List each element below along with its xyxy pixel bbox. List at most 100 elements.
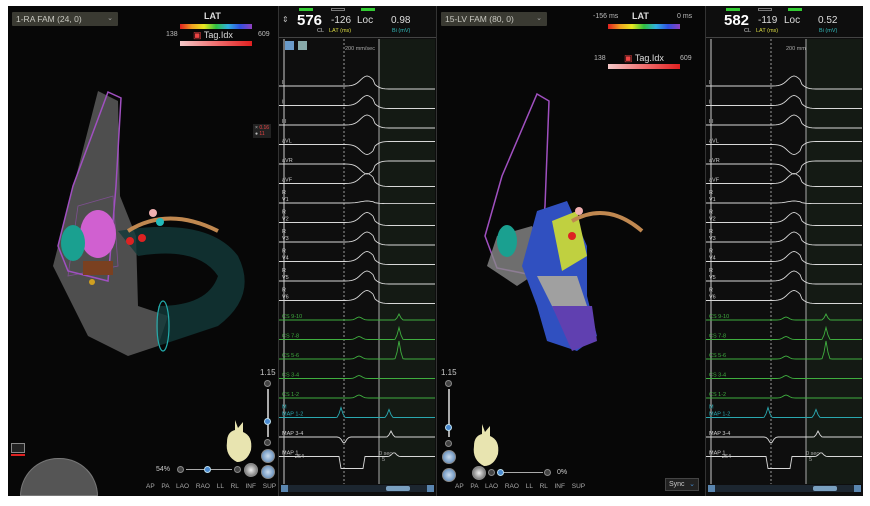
channel-label: MAP 3-4 <box>709 431 730 437</box>
sync-dropdown[interactable]: Sync ⌄ <box>665 478 699 491</box>
zoom-level: 1.15 <box>260 368 276 377</box>
channel-label: aVF <box>282 178 293 184</box>
view-lao[interactable]: LAO <box>485 483 498 490</box>
camera-button[interactable] <box>472 466 486 480</box>
time-label: 0 sec <box>379 451 393 457</box>
zoom-slider-thumb[interactable] <box>445 424 452 431</box>
map1-value: -264 <box>293 454 305 460</box>
view-buttons: AP PA LAO RAO LL RL INF SUP <box>455 483 585 490</box>
channel-label: aVR <box>282 158 293 164</box>
zoom-in-icon[interactable] <box>445 380 452 387</box>
channel-label: MAP 3-4 <box>282 431 303 437</box>
plus-icon[interactable] <box>234 466 241 473</box>
channel-prefix: M <box>709 405 714 411</box>
channel-prefix: R <box>282 229 286 235</box>
map1-value: -264 <box>720 454 732 460</box>
channel-label: CS 9-10 <box>282 314 302 320</box>
zoom-slider-thumb[interactable] <box>264 418 271 425</box>
mode-indicator <box>11 454 25 456</box>
rotation-slider-thumb[interactable] <box>497 469 504 476</box>
scroll-thumb[interactable] <box>386 486 410 491</box>
view-pa[interactable]: PA <box>161 483 169 490</box>
minus-icon[interactable] <box>488 469 495 476</box>
view-rao[interactable]: RAO <box>196 483 210 490</box>
channel-label: CS 5-6 <box>709 353 726 359</box>
channel-label: V3 <box>709 236 716 242</box>
rotation-percent: 54% <box>156 466 171 473</box>
carto-screen: 1-RA FAM (24, 0) ⌄ LAT 138 ▣ Tag.Idx 609 … <box>8 6 863 496</box>
channel-prefix: R <box>709 190 713 196</box>
ecg-scrollbar[interactable] <box>281 485 434 492</box>
view-ap[interactable]: AP <box>146 483 155 490</box>
channel-prefix: R <box>709 229 713 235</box>
chevron-down-icon: ⌄ <box>689 481 695 488</box>
channel-prefix: R <box>282 190 286 196</box>
view-pa[interactable]: PA <box>470 483 478 490</box>
channel-label: II <box>282 100 286 106</box>
reset-view-button[interactable] <box>261 449 275 463</box>
channel-label: CS 7-8 <box>282 334 299 340</box>
channel-label: V2 <box>282 217 289 223</box>
view-rao[interactable]: RAO <box>505 483 519 490</box>
channel-label: III <box>709 119 714 125</box>
rotate-button[interactable] <box>261 465 275 479</box>
channel-label: V1 <box>282 197 289 203</box>
zoom-out-icon[interactable] <box>264 439 271 446</box>
channel-label: aVR <box>709 158 720 164</box>
scroll-thumb[interactable] <box>813 486 837 491</box>
channel-prefix: R <box>709 268 713 274</box>
zoom-in-icon[interactable] <box>264 380 271 387</box>
view-rl[interactable]: RL <box>231 483 239 490</box>
zoom-out-icon[interactable] <box>445 440 452 447</box>
minus-icon[interactable] <box>177 466 184 473</box>
channel-label: V6 <box>282 295 289 301</box>
mode-icon[interactable] <box>11 443 25 453</box>
scroll-right-icon[interactable] <box>854 485 861 492</box>
view-ap[interactable]: AP <box>455 483 464 490</box>
channel-label: V4 <box>709 256 716 262</box>
heart-orientation-icon[interactable] <box>470 420 502 470</box>
view-lao[interactable]: LAO <box>176 483 189 490</box>
view-inf[interactable]: INF <box>554 483 564 490</box>
view-sup[interactable]: SUP <box>263 483 276 490</box>
view-sup[interactable]: SUP <box>572 483 585 490</box>
ecg-scrollbar[interactable] <box>708 485 861 492</box>
channel-label: V1 <box>709 197 716 203</box>
view-rl[interactable]: RL <box>540 483 548 490</box>
plus-icon[interactable] <box>544 469 551 476</box>
rotation-slider-thumb[interactable] <box>204 466 211 473</box>
channel-label: CS 9-10 <box>709 314 729 320</box>
view-ll[interactable]: LL <box>526 483 533 490</box>
left-map-view[interactable]: 1-RA FAM (24, 0) ⌄ LAT 138 ▣ Tag.Idx 609 … <box>8 6 278 496</box>
channel-prefix: R <box>282 210 286 216</box>
reset-view-button[interactable] <box>442 450 456 464</box>
ecg-traces: IIIIIIaVLaVRaVFV1RV2RV3RV4RV5RV6RCS 9-10… <box>279 39 435 484</box>
channel-label: V3 <box>282 236 289 242</box>
time-value: 5 <box>809 457 813 463</box>
scroll-left-icon[interactable] <box>708 485 715 492</box>
scroll-left-icon[interactable] <box>281 485 288 492</box>
channel-label: CS 1-2 <box>709 392 726 398</box>
channel-label: V5 <box>709 275 716 281</box>
channel-label: V5 <box>282 275 289 281</box>
view-inf[interactable]: INF <box>245 483 255 490</box>
scroll-right-icon[interactable] <box>427 485 434 492</box>
channel-label: aVF <box>709 178 720 184</box>
rotate-button[interactable] <box>442 468 456 482</box>
left-ecg-panel: ⇕ 576 -126 Loc 0.98 CL LAT (ms) Bi (mV) … <box>278 6 436 496</box>
zoom-level: 1.15 <box>441 368 457 377</box>
channel-prefix: R <box>282 249 286 255</box>
channel-label: CS 1-2 <box>282 392 299 398</box>
channel-label: MAP 1-2 <box>709 412 730 418</box>
zoom-slider[interactable] <box>267 389 269 437</box>
sync-value: Sync <box>669 481 685 488</box>
view-ll[interactable]: LL <box>217 483 224 490</box>
channel-prefix: R <box>709 210 713 216</box>
right-map-view[interactable]: 15-LV FAM (80, 0) ⌄ -156 ms LAT 0 ms 138 … <box>436 6 705 496</box>
channel-label: III <box>282 119 287 125</box>
channel-prefix: R <box>282 268 286 274</box>
heart-orientation-icon[interactable] <box>223 416 255 466</box>
channel-label: CS 7-8 <box>709 334 726 340</box>
channel-prefix: R <box>709 288 713 294</box>
camera-button[interactable] <box>244 463 258 477</box>
